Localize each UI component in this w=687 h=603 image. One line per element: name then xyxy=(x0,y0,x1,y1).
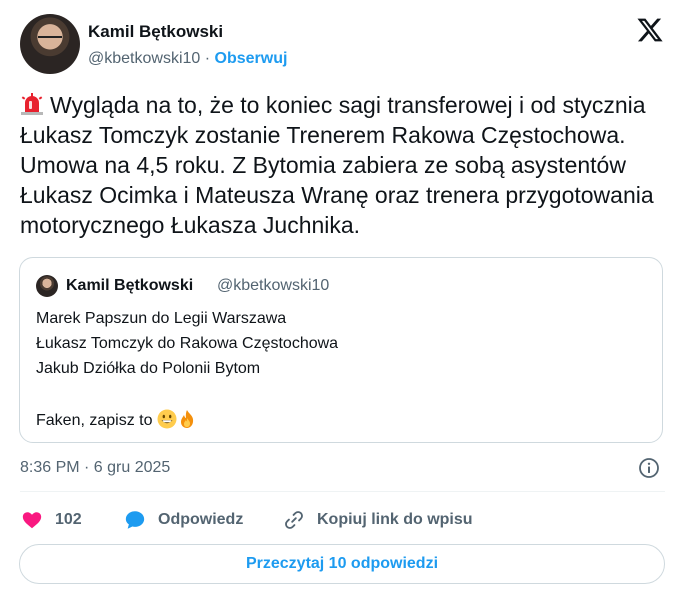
copy-link-button[interactable]: Kopiuj link do wpisu xyxy=(283,509,473,531)
fire-emoji-icon xyxy=(180,410,194,428)
tweet-text: Wygląda na to, że to koniec sagi transfe… xyxy=(20,90,660,240)
quoted-author-handle: @kbetkowski10 xyxy=(217,277,330,294)
like-count: 102 xyxy=(55,511,82,528)
author-handle[interactable]: @kbetkowski10 xyxy=(88,50,200,67)
handle-separator: · xyxy=(200,50,215,67)
quoted-line: Łukasz Tomczyk do Rakowa Częstochowa xyxy=(36,335,339,352)
grinning-face-emoji-icon xyxy=(157,409,177,429)
quoted-line-last: Faken, zapisz to xyxy=(36,409,197,430)
info-icon[interactable] xyxy=(638,457,660,479)
reply-button[interactable]: Odpowiedz xyxy=(124,509,243,531)
author-avatar[interactable] xyxy=(20,14,80,74)
quoted-tweet[interactable]: Kamil Bętkowski @kbetkowski10 Marek Paps… xyxy=(19,257,663,443)
copy-link-label: Kopiuj link do wpisu xyxy=(317,511,473,528)
quoted-line-text: Faken, zapisz to xyxy=(36,412,153,429)
follow-button[interactable]: Obserwuj xyxy=(215,50,288,67)
quoted-author-avatar xyxy=(36,275,58,297)
tweet-body: Wygląda na to, że to koniec sagi transfe… xyxy=(20,92,654,238)
author-name[interactable]: Kamil Bętkowski xyxy=(88,22,223,42)
quoted-line: Marek Papszun do Legii Warszawa xyxy=(36,310,287,327)
x-logo-icon[interactable] xyxy=(636,16,664,44)
rotating-light-emoji-icon xyxy=(21,93,43,115)
tweet-card: Kamil Bętkowski @kbetkowski10 · Obserwuj… xyxy=(0,0,687,603)
quoted-author-name: Kamil Bętkowski xyxy=(66,277,194,294)
read-replies-button[interactable]: Przeczytaj 10 odpowiedzi xyxy=(19,544,665,584)
like-button[interactable]: 102 xyxy=(21,509,82,531)
link-icon xyxy=(285,511,303,529)
heart-icon xyxy=(22,512,42,529)
reply-label: Odpowiedz xyxy=(158,511,244,528)
tweet-timestamp[interactable]: 8:36 PM · 6 gru 2025 xyxy=(20,459,170,477)
read-replies-label: Przeczytaj 10 odpowiedzi xyxy=(245,555,439,572)
author-handle-line: @kbetkowski10 · Obserwuj xyxy=(88,50,287,68)
divider xyxy=(20,491,665,492)
reply-bubble-icon xyxy=(125,511,145,529)
quoted-line: Jakub Dziółka do Polonii Bytom xyxy=(36,360,261,377)
